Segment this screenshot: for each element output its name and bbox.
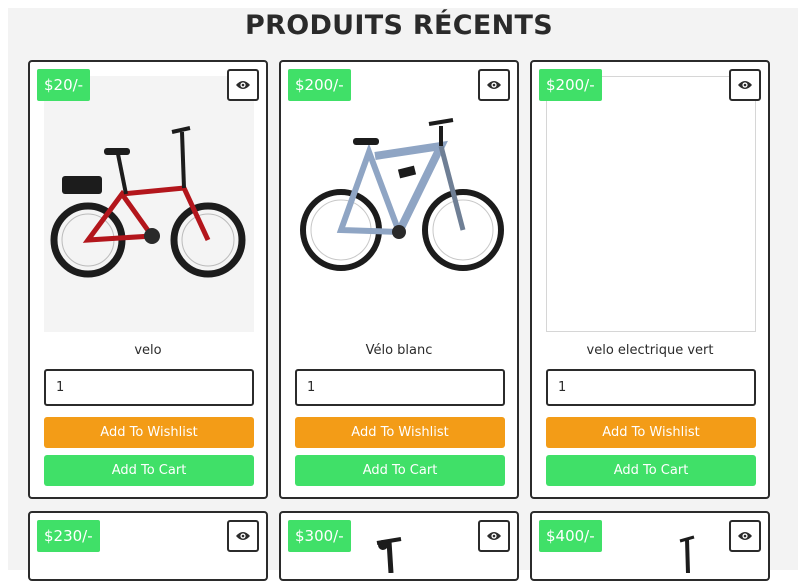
price-badge: $400/-: [539, 520, 602, 552]
add-to-wishlist-button[interactable]: Add To Wishlist: [44, 417, 254, 448]
product-card: $400/-: [530, 511, 770, 581]
blue-e-bike-image: [300, 118, 504, 271]
quantity-input[interactable]: 1: [546, 369, 756, 406]
product-name: velo electrique vert: [586, 343, 714, 358]
bike-handlebar-image: [376, 537, 402, 573]
product-name: velo: [134, 343, 162, 358]
quick-view-button[interactable]: [729, 69, 761, 101]
quantity-input[interactable]: 1: [44, 369, 254, 406]
price-badge: $200/-: [539, 69, 602, 101]
product-name: Vélo blanc: [365, 343, 433, 358]
price-badge: $230/-: [37, 520, 100, 552]
eye-icon: [236, 81, 250, 89]
product-image[interactable]: [44, 76, 254, 332]
product-image[interactable]: [295, 76, 505, 332]
product-image-placeholder[interactable]: [546, 76, 756, 332]
eye-icon: [487, 532, 501, 540]
add-to-wishlist-button[interactable]: Add To Wishlist: [546, 417, 756, 448]
quick-view-button[interactable]: [729, 520, 761, 552]
product-card: $230/-: [28, 511, 268, 581]
add-to-cart-button[interactable]: Add To Cart: [546, 455, 756, 486]
price-badge: $300/-: [288, 520, 351, 552]
price-badge: $200/-: [288, 69, 351, 101]
page-title: PRODUITS RÉCENTS: [245, 10, 553, 41]
product-card: $300/-: [279, 511, 519, 581]
quick-view-button[interactable]: [227, 520, 259, 552]
eye-icon: [487, 81, 501, 89]
price-badge: $20/-: [37, 69, 91, 101]
eye-icon: [236, 532, 250, 540]
quick-view-button[interactable]: [227, 69, 259, 101]
quantity-input[interactable]: 1: [295, 369, 505, 406]
quick-view-button[interactable]: [478, 520, 510, 552]
add-to-cart-button[interactable]: Add To Cart: [295, 455, 505, 486]
add-to-wishlist-button[interactable]: Add To Wishlist: [295, 417, 505, 448]
eye-icon: [738, 532, 752, 540]
product-card: $200/- Vélo blanc 1 Add To Wishlist Add …: [279, 60, 519, 499]
product-card: $20/- velo 1 Add To Wishlist Add To Cart: [28, 60, 268, 499]
quick-view-button[interactable]: [478, 69, 510, 101]
add-to-cart-button[interactable]: Add To Cart: [44, 455, 254, 486]
product-card: $200/- velo electrique vert 1 Add To Wis…: [530, 60, 770, 499]
eye-icon: [738, 81, 752, 89]
red-folding-bike-image: [50, 126, 246, 278]
bike-handlebar-image: [679, 535, 695, 573]
